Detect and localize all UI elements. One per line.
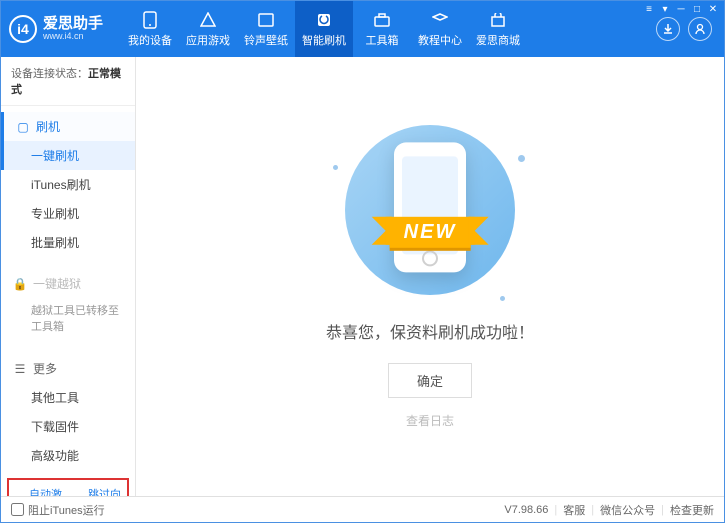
sidebar-more-title[interactable]: ☰更多 <box>1 354 135 383</box>
version-label: V7.98.66 <box>504 504 548 516</box>
success-message: 恭喜您，保资料刷机成功啦！ <box>326 319 534 343</box>
app-logo: i4 爱思助手 www.i4.cn <box>9 15 103 43</box>
new-ribbon: NEW <box>390 217 471 248</box>
nav-tutorials[interactable]: 教程中心 <box>411 1 469 57</box>
account-icons <box>656 17 712 41</box>
sidebar-item-itunes-flash[interactable]: iTunes刷机 <box>1 170 135 199</box>
checkbox-auto-activate[interactable]: 自动激活 <box>13 486 64 496</box>
apps-icon <box>199 11 217 29</box>
main-content: NEW 恭喜您，保资料刷机成功啦！ 确定 查看日志 <box>136 57 724 496</box>
sidebar-more-group: ☰更多 其他工具 下载固件 高级功能 <box>1 348 135 476</box>
user-icon[interactable] <box>688 17 712 41</box>
tutorial-icon <box>431 11 449 29</box>
body: 设备连接状态：正常模式 ▢刷机 一键刷机 iTunes刷机 专业刷机 批量刷机 … <box>1 57 724 496</box>
footer-left: 阻止iTunes运行 <box>11 502 105 518</box>
sidebar-jailbreak-title[interactable]: 🔒一键越狱 <box>1 269 135 298</box>
maximize-icon[interactable]: □ <box>690 3 704 15</box>
ok-button[interactable]: 确定 <box>388 363 472 398</box>
checkbox-block-itunes[interactable]: 阻止iTunes运行 <box>11 502 105 518</box>
more-icon: ☰ <box>13 362 27 376</box>
sidebar-item-oneclick-flash[interactable]: 一键刷机 <box>1 141 135 170</box>
jailbreak-note: 越狱工具已转移至工具箱 <box>1 298 135 342</box>
sidebar: 设备连接状态：正常模式 ▢刷机 一键刷机 iTunes刷机 专业刷机 批量刷机 … <box>1 57 136 496</box>
settings-icon[interactable]: ≡ <box>642 3 656 15</box>
view-log-link[interactable]: 查看日志 <box>406 412 454 429</box>
toolbox-icon <box>373 11 391 29</box>
lock-icon: 🔒 <box>13 277 27 291</box>
nav-my-device[interactable]: 我的设备 <box>121 1 179 57</box>
sidebar-item-advanced[interactable]: 高级功能 <box>1 441 135 470</box>
nav-smart-flash[interactable]: 智能刷机 <box>295 1 353 57</box>
success-illustration: NEW <box>345 125 515 295</box>
logo-icon: i4 <box>9 15 37 43</box>
main-nav: 我的设备 应用游戏 铃声壁纸 智能刷机 工具箱 教程中心 爱思商城 <box>121 1 656 57</box>
app-url: www.i4.cn <box>43 32 103 42</box>
nav-ringtones[interactable]: 铃声壁纸 <box>237 1 295 57</box>
checkbox-skip-guide[interactable]: 跳过向导 <box>72 486 123 496</box>
sidebar-item-other-tools[interactable]: 其他工具 <box>1 383 135 412</box>
download-icon[interactable] <box>656 17 680 41</box>
wechat-link[interactable]: 微信公众号 <box>600 502 655 518</box>
app-window: ≡ ▾ ─ □ ✕ i4 爱思助手 www.i4.cn 我的设备 应用游戏 铃声… <box>0 0 725 523</box>
sidebar-item-download-firmware[interactable]: 下载固件 <box>1 412 135 441</box>
sidebar-item-batch-flash[interactable]: 批量刷机 <box>1 228 135 257</box>
menu-icon[interactable]: ▾ <box>658 3 672 15</box>
nav-store[interactable]: 爱思商城 <box>469 1 527 57</box>
flash-icon <box>315 11 333 29</box>
nav-apps-games[interactable]: 应用游戏 <box>179 1 237 57</box>
minimize-icon[interactable]: ─ <box>674 3 688 15</box>
nav-toolbox[interactable]: 工具箱 <box>353 1 411 57</box>
window-controls: ≡ ▾ ─ □ ✕ <box>642 3 720 15</box>
store-icon <box>489 11 507 29</box>
flash-group-icon: ▢ <box>16 120 30 134</box>
phone-icon <box>141 11 159 29</box>
titlebar: ≡ ▾ ─ □ ✕ i4 爱思助手 www.i4.cn 我的设备 应用游戏 铃声… <box>1 1 724 57</box>
check-update-link[interactable]: 检查更新 <box>670 502 714 518</box>
connection-status: 设备连接状态：正常模式 <box>1 57 135 106</box>
customer-service-link[interactable]: 客服 <box>563 502 585 518</box>
footer-right: V7.98.66 | 客服 | 微信公众号 | 检查更新 <box>504 502 714 518</box>
close-icon[interactable]: ✕ <box>706 3 720 15</box>
sidebar-flash-group: ▢刷机 一键刷机 iTunes刷机 专业刷机 批量刷机 <box>1 106 135 263</box>
sidebar-item-pro-flash[interactable]: 专业刷机 <box>1 199 135 228</box>
flash-options-highlighted: 自动激活 跳过向导 <box>7 478 129 496</box>
sidebar-flash-title[interactable]: ▢刷机 <box>1 112 135 141</box>
footer: 阻止iTunes运行 V7.98.66 | 客服 | 微信公众号 | 检查更新 <box>1 496 724 522</box>
wallpaper-icon <box>257 11 275 29</box>
app-name: 爱思助手 <box>43 16 103 33</box>
sidebar-jailbreak-group: 🔒一键越狱 越狱工具已转移至工具箱 <box>1 263 135 348</box>
phone-illustration-icon <box>394 142 466 272</box>
